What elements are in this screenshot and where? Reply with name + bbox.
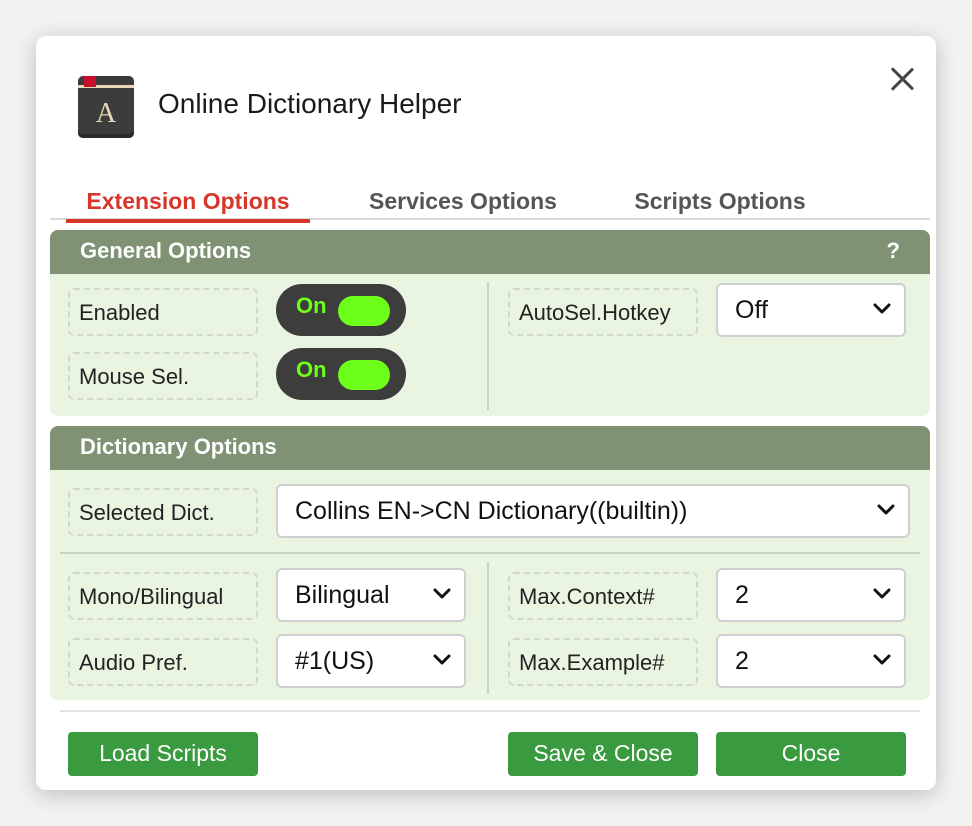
app-title: Online Dictionary Helper <box>158 88 462 119</box>
selected-dict-select[interactable]: Collins EN->CN Dictionary((builtin)) <box>276 484 910 538</box>
enabled-label: Enabled <box>68 288 258 336</box>
max-example-select[interactable]: 2 <box>716 634 906 688</box>
save-close-button[interactable]: Save & Close <box>508 732 698 776</box>
load-scripts-button[interactable]: Load Scripts <box>68 732 258 776</box>
chevron-down-icon <box>433 588 451 599</box>
max-context-value: 2 <box>735 581 749 609</box>
max-example-value: 2 <box>735 647 749 675</box>
max-context-select[interactable]: 2 <box>716 568 906 622</box>
audio-pref-value: #1(US) <box>295 647 375 675</box>
autosel-hotkey-value: Off <box>735 296 768 324</box>
tab-services-options[interactable]: Services Options <box>348 184 578 220</box>
dictionary-options-title: Dictionary Options <box>80 434 277 459</box>
enabled-toggle[interactable]: On <box>276 284 406 336</box>
toggle-knob <box>338 360 390 390</box>
chevron-down-icon <box>873 654 891 665</box>
options-dialog: A Online Dictionary Helper Extension Opt… <box>36 36 936 790</box>
close-button[interactable]: Close <box>716 732 906 776</box>
bookmark-ribbon <box>84 76 96 87</box>
audio-pref-label: Audio Pref. <box>68 638 258 686</box>
mono-bilingual-value: Bilingual <box>295 581 390 609</box>
app-icon-letter: A <box>95 98 117 129</box>
mono-bilingual-select[interactable]: Bilingual <box>276 568 466 622</box>
max-example-label: Max.Example# <box>508 638 698 686</box>
options-tabs: Extension Options Services Options Scrip… <box>50 184 930 223</box>
chevron-down-icon <box>873 303 891 314</box>
close-icon[interactable] <box>888 64 916 92</box>
footer-divider <box>60 710 920 712</box>
toggle-knob <box>338 296 390 326</box>
general-options-header: General Options ? <box>50 230 930 274</box>
chevron-down-icon <box>877 504 895 515</box>
chevron-down-icon <box>433 654 451 665</box>
dictionary-app-icon: A <box>78 76 134 138</box>
mouse-sel-toggle[interactable]: On <box>276 348 406 400</box>
general-options-section: General Options ? Enabled On Mouse Sel. … <box>50 230 930 416</box>
column-divider <box>487 282 489 410</box>
dictionary-options-header: Dictionary Options <box>50 426 930 470</box>
mouse-sel-toggle-text: On <box>296 357 327 382</box>
row-divider <box>60 552 920 554</box>
max-context-label: Max.Context# <box>508 572 698 620</box>
mono-bilingual-label: Mono/Bilingual <box>68 572 258 620</box>
chevron-down-icon <box>873 588 891 599</box>
audio-pref-select[interactable]: #1(US) <box>276 634 466 688</box>
autosel-hotkey-label: AutoSel.Hotkey <box>508 288 698 336</box>
selected-dict-value: Collins EN->CN Dictionary((builtin)) <box>295 497 688 525</box>
enabled-toggle-text: On <box>296 293 327 318</box>
general-options-title: General Options <box>80 238 252 263</box>
help-icon[interactable]: ? <box>887 238 900 264</box>
mouse-sel-label: Mouse Sel. <box>68 352 258 400</box>
tab-scripts-options[interactable]: Scripts Options <box>618 184 822 220</box>
dictionary-options-section: Dictionary Options Selected Dict. Collin… <box>50 426 930 700</box>
tab-extension-options[interactable]: Extension Options <box>66 184 310 223</box>
column-divider <box>487 562 489 694</box>
selected-dict-label: Selected Dict. <box>68 488 258 536</box>
autosel-hotkey-select[interactable]: Off <box>716 283 906 337</box>
